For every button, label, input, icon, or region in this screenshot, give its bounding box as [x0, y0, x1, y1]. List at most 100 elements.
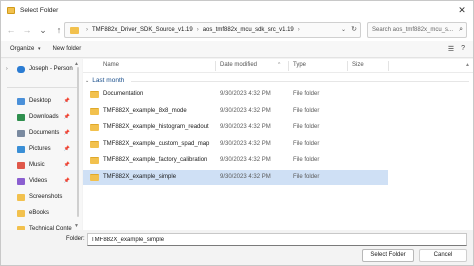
item-date: 9/30/2023 4:32 PM [220, 173, 271, 180]
sidebar-item[interactable]: Videos 📌 [1, 173, 82, 189]
folder-icon [90, 107, 99, 115]
sidebar-item-label: eBooks [29, 210, 50, 216]
list-item[interactable]: TMF882X_example_factory_calibration 9/30/… [83, 153, 388, 168]
chevron-right-icon: › [196, 27, 199, 33]
sidebar-item[interactable]: Music 📌 [1, 157, 82, 173]
list-item[interactable]: TMF882X_example_custom_spad_map 9/30/2023… [83, 137, 388, 152]
sidebar-item[interactable]: eBooks [1, 205, 82, 221]
column-divider[interactable] [288, 61, 289, 71]
folder-icon [90, 173, 99, 181]
column-divider[interactable] [215, 61, 216, 71]
column-headers: Name ^ Date modified Type Size [83, 59, 473, 73]
chevron-right-icon: › [297, 27, 300, 33]
breadcrumb-item[interactable]: aos_tmf882x_mcu_sdk_src_v1.19 [203, 27, 294, 33]
address-bar[interactable]: › TMF882x_Driver_SDK_Source_v1.19 › aos_… [64, 22, 361, 38]
column-header-size[interactable]: Size [352, 62, 364, 68]
sidebar-item[interactable]: Downloads 📌 [1, 109, 82, 125]
sidebar-item[interactable]: Desktop 📌 [1, 93, 82, 109]
item-type: File folder [293, 173, 320, 180]
column-header-name[interactable]: Name [103, 62, 119, 68]
item-date: 9/30/2023 4:32 PM [220, 140, 271, 147]
sidebar-item[interactable]: Screenshots [1, 189, 82, 205]
desktop-icon [17, 97, 25, 105]
column-header-type[interactable]: Type [293, 62, 306, 68]
folder-icon [90, 124, 99, 131]
organize-button[interactable]: Organize ▾ [10, 46, 41, 52]
refresh-icon[interactable]: ↻ [351, 25, 357, 33]
item-name: TMF882X_example_simple [103, 173, 177, 180]
sidebar-item-label: Desktop [29, 98, 52, 104]
document-icon [17, 129, 25, 137]
pin-icon: 📌 [63, 162, 70, 168]
search-icon: ⌕ [459, 26, 463, 33]
chevron-right-icon[interactable]: › [6, 66, 8, 72]
sidebar-item[interactable]: Documents 📌 [1, 125, 82, 141]
breadcrumb-item[interactable]: TMF882x_Driver_SDK_Source_v1.19 [92, 27, 193, 33]
scroll-up-icon[interactable]: ▲ [465, 62, 470, 68]
item-type: File folder [293, 140, 320, 147]
list-item[interactable]: TMF882X_example_histogram_readout 9/30/20… [83, 120, 388, 135]
search-placeholder: Search aos_tmf882x_mcu_s... [372, 27, 454, 33]
column-divider[interactable] [347, 61, 348, 71]
download-icon [17, 113, 25, 121]
item-type: File folder [293, 124, 320, 130]
command-bar: Organize ▾ New folder ☰ ? [1, 41, 473, 58]
search-input[interactable]: Search aos_tmf882x_mcu_s... ⌕ [367, 22, 467, 38]
item-date: 9/30/2023 4:32 PM [220, 107, 271, 114]
sidebar-item[interactable]: Technical Conte [1, 221, 82, 230]
pictures-icon [17, 145, 25, 153]
recent-locations-icon[interactable]: ⌄ [37, 24, 49, 36]
chevron-down-icon[interactable]: ⌄ [341, 26, 346, 33]
group-label: Last month [92, 77, 125, 84]
folder-icon [17, 193, 25, 201]
item-name: TMF882X_example_custom_spad_map [103, 140, 210, 147]
sidebar-item-onedrive[interactable]: › Joseph - Person [1, 61, 82, 77]
close-icon[interactable]: ✕ [455, 4, 469, 16]
list-item[interactable]: TMF882X_example_simple 9/30/2023 4:32 PM F… [83, 169, 388, 185]
column-header-date[interactable]: Date modified [220, 62, 257, 68]
videos-icon [17, 177, 25, 185]
dialog-footer: Folder: Select Folder Cancel [1, 230, 473, 265]
folder-icon [7, 6, 15, 14]
title-bar: Select Folder ✕ [1, 1, 473, 19]
group-header[interactable]: ⌄ Last month [85, 77, 124, 84]
chevron-down-icon: ⌄ [85, 77, 90, 84]
folder-icon [90, 157, 99, 164]
view-controls: ☰ ? [448, 45, 465, 53]
back-arrow-icon[interactable]: ← [5, 24, 17, 36]
sidebar-item-label: Joseph - Person [29, 66, 73, 72]
folder-icon [90, 140, 99, 148]
select-folder-button[interactable]: Select Folder [362, 249, 414, 262]
pin-icon: 📌 [63, 178, 70, 184]
item-date: 9/30/2023 4:32 PM [220, 91, 271, 97]
folder-icon [70, 26, 79, 34]
pin-icon: 📌 [63, 98, 70, 104]
folder-name-input[interactable] [87, 233, 467, 246]
sidebar-item-label: Music [29, 162, 45, 168]
pin-icon: 📌 [63, 146, 70, 152]
item-name: TMF882X_example_histogram_readout [103, 124, 209, 130]
navigation-bar: ← → ⌄ ↑ › TMF882x_Driver_SDK_Source_v1.1… [1, 19, 473, 41]
column-divider[interactable] [388, 61, 389, 71]
chevron-down-icon: ▾ [38, 46, 41, 52]
chevron-right-icon: › [86, 27, 88, 33]
pin-icon: 📌 [63, 114, 70, 120]
folder-icon [90, 91, 99, 98]
new-folder-button[interactable]: New folder [53, 46, 82, 52]
view-options-icon[interactable]: ☰ [448, 45, 454, 53]
list-item[interactable]: TMF882X_example_8x8_mode 9/30/2023 4:32 P… [83, 104, 388, 119]
sidebar-item[interactable]: Pictures 📌 [1, 141, 82, 157]
sidebar-item-label: Documents [29, 130, 60, 136]
pin-icon: 📌 [63, 130, 70, 136]
scroll-down-icon[interactable]: ▼ [74, 223, 79, 229]
music-icon [17, 161, 25, 169]
divider [7, 87, 77, 88]
item-date: 9/30/2023 4:32 PM [220, 124, 271, 130]
sidebar-item-label: Downloads [29, 114, 59, 120]
cancel-button[interactable]: Cancel [419, 249, 467, 262]
forward-arrow-icon[interactable]: → [21, 24, 33, 36]
folder-icon [17, 209, 25, 217]
list-item[interactable]: Documentation 9/30/2023 4:32 PM File folde… [83, 87, 388, 102]
file-list: Name ^ Date modified Type Size ▲ ⌄ Last … [83, 59, 473, 230]
help-icon[interactable]: ? [461, 45, 465, 53]
